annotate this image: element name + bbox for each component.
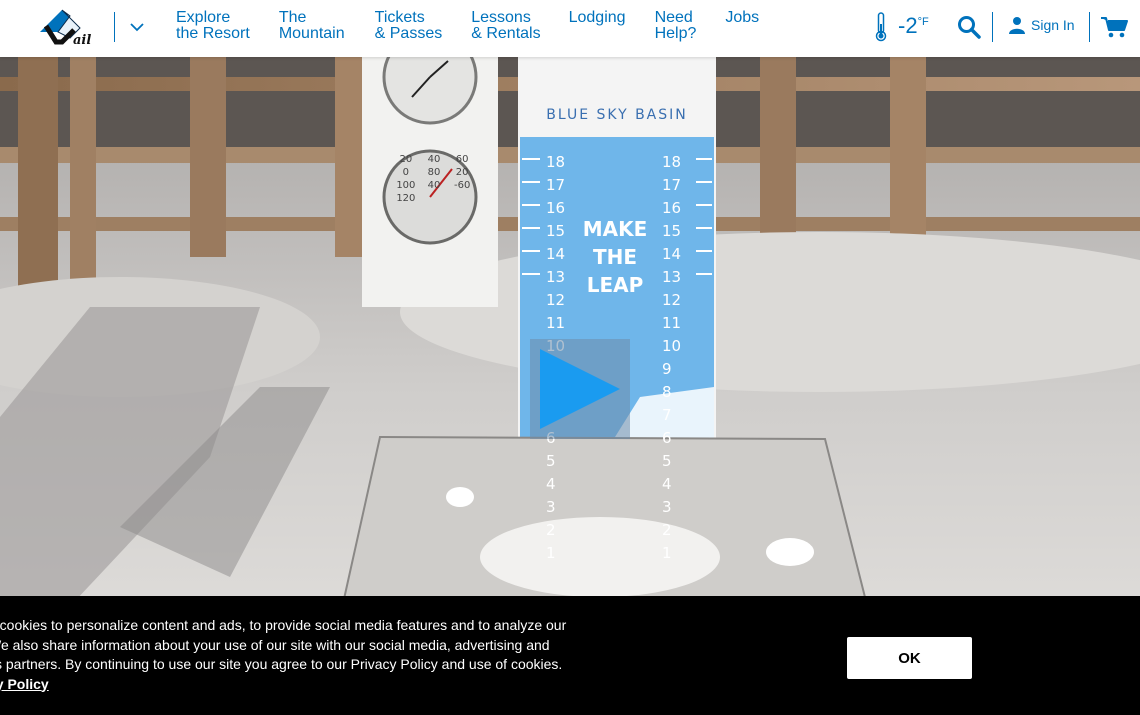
cookie-ok-button[interactable]: OK: [847, 637, 972, 679]
scale-number: 15: [546, 222, 566, 240]
cookie-message: e cookies to personalize content and ads…: [0, 616, 628, 694]
scale-number: 5: [546, 452, 556, 470]
sign-in-link[interactable]: Sign In: [1008, 16, 1075, 34]
scale-number: 12: [546, 291, 566, 309]
slogan-line: MAKE: [582, 217, 648, 241]
temperature-unit: °F: [917, 16, 929, 28]
cookie-line: cs partners. By continuing to use our si…: [0, 656, 563, 672]
slogan-line: THE: [592, 245, 638, 269]
nav-label-line1: Lessons: [471, 9, 531, 26]
cookie-banner: e cookies to personalize content and ads…: [0, 596, 1140, 715]
thermometer-number: 100: [396, 180, 416, 191]
scale-number: 18: [546, 153, 566, 171]
nav-label-line1: Jobs: [725, 9, 760, 26]
nav-jobs[interactable]: Jobs: [725, 10, 759, 42]
scale-number: 17: [662, 176, 682, 194]
sign-in-label: Sign In: [1031, 17, 1075, 33]
thermometer-number: 40: [427, 154, 441, 165]
scale-number: 9: [662, 360, 672, 378]
scale-number: 15: [662, 222, 682, 240]
weather-temperature[interactable]: -2 °F: [874, 12, 929, 42]
scale-number: 13: [546, 268, 566, 286]
nav-label-line1: Explore: [176, 9, 231, 26]
nav-label-line2: the Resort: [176, 25, 250, 42]
slogan-line: LEAP: [586, 273, 644, 297]
header-separator: [992, 12, 993, 42]
scale-number: 16: [546, 199, 566, 217]
chevron-down-icon[interactable]: [128, 18, 146, 36]
scale-number: 2: [546, 521, 556, 539]
scale-number: 8: [662, 383, 672, 401]
scale-number: 13: [662, 268, 682, 286]
nav-explore-the-resort[interactable]: Explore the Resort: [176, 10, 250, 42]
logo-divider: [114, 12, 115, 42]
play-button[interactable]: [530, 339, 630, 439]
cookie-line: e cookies to personalize content and ads…: [0, 617, 567, 633]
thermometer-number: 40: [427, 180, 441, 191]
scale-number: 3: [546, 498, 556, 516]
temperature-value: -2: [898, 13, 918, 38]
search-icon[interactable]: [956, 14, 982, 40]
nav-label-line2: & Passes: [374, 25, 443, 42]
thermometer-number: 80: [427, 167, 441, 178]
nav-label-line1: Need: [654, 9, 693, 26]
nav-label-line2: Mountain: [278, 25, 345, 42]
thermometer-number: 20: [455, 167, 469, 178]
scale-number: 2: [662, 521, 672, 539]
nav-need-help[interactable]: Need Help?: [655, 10, 697, 42]
nav-label-line1: Tickets: [374, 9, 425, 26]
scale-number: 7: [662, 406, 672, 424]
scale-number: 18: [662, 153, 682, 171]
nav-label-line1: Lodging: [568, 9, 626, 26]
thermometer-icon: [875, 12, 887, 42]
scale-number: 12: [662, 291, 682, 309]
nav-lodging[interactable]: Lodging: [569, 10, 626, 42]
cart-icon[interactable]: [1100, 15, 1130, 39]
vail-logo[interactable]: ail: [40, 8, 98, 48]
thermometer-number: -60: [453, 180, 471, 191]
svg-text:ail: ail: [73, 33, 91, 48]
scale-number: 16: [662, 199, 682, 217]
scale-number: 4: [546, 475, 556, 493]
user-icon: [1009, 17, 1025, 34]
scale-number: 1: [662, 544, 672, 562]
thermometer-number: 120: [396, 193, 416, 204]
privacy-policy-link[interactable]: cy Policy: [0, 676, 49, 692]
cookie-line: We also share information about your use…: [0, 636, 550, 653]
scale-number: 10: [662, 337, 682, 355]
scale-number: 14: [662, 245, 682, 263]
nav-label-line2: Help?: [654, 25, 697, 42]
nav-lessons-rentals[interactable]: Lessons & Rentals: [471, 10, 540, 42]
scale-number: 11: [546, 314, 566, 332]
thermometer-number: 20: [399, 154, 413, 165]
thermometer-number: 0: [402, 167, 410, 178]
scale-number: 1: [546, 544, 556, 562]
play-icon: [540, 349, 620, 429]
board-slogan: MAKE THE LEAP: [580, 215, 650, 299]
thermometer-number: 60: [455, 154, 469, 165]
board-title: BLUE SKY BASIN: [546, 107, 688, 123]
nav-label-line1: The: [278, 9, 307, 26]
thermometer-scale: 20 40 60 0 80 20 100 40 -60 120: [392, 153, 476, 205]
site-header: ail Explore the Resort The Mountain Tick…: [0, 0, 1140, 57]
scale-number: 17: [546, 176, 566, 194]
scale-number: 3: [662, 498, 672, 516]
nav-label-line2: & Rentals: [471, 25, 541, 42]
scale-number: 4: [662, 475, 672, 493]
scale-number: 5: [662, 452, 672, 470]
header-separator: [1089, 12, 1090, 42]
main-nav: Explore the Resort The Mountain Tickets …: [176, 10, 759, 42]
scale-number: 6: [662, 429, 672, 447]
nav-tickets-passes[interactable]: Tickets & Passes: [375, 10, 443, 42]
scale-number: 14: [546, 245, 566, 263]
nav-the-mountain[interactable]: The Mountain: [279, 10, 345, 42]
scale-number: 11: [662, 314, 682, 332]
board-right-scale: 18 17 16 15 14 13 12 11 10 9 8 7 6 5 4 3 2 1: [662, 151, 681, 565]
